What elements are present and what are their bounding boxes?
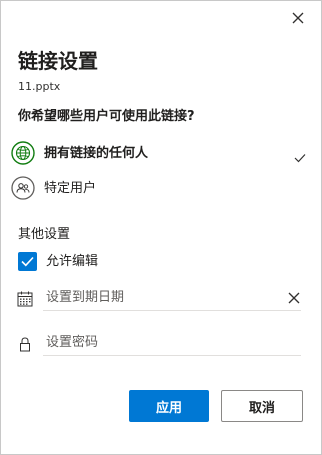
option-label-anyone: 拥有链接的任何人 xyxy=(44,146,149,161)
password-input[interactable] xyxy=(43,330,301,356)
lock-icon xyxy=(17,336,33,352)
allow-edit-label: 允许编辑 xyxy=(46,254,99,269)
calendar-icon xyxy=(17,291,33,307)
link-settings-dialog: 链接设置 11.pptx 你希望哪些用户可使用此链接? 拥有链接的任何人 特定用… xyxy=(0,0,322,455)
close-icon[interactable] xyxy=(289,9,307,27)
allow-edit-checkbox[interactable]: 允许编辑 xyxy=(18,251,138,273)
clear-date-icon[interactable] xyxy=(287,290,301,304)
checkmark-icon xyxy=(294,148,306,163)
dialog-title: 链接设置 xyxy=(18,49,98,73)
option-specific-people[interactable]: 特定用户 xyxy=(1,174,321,204)
globe-icon xyxy=(11,141,35,165)
expiry-date-input[interactable] xyxy=(43,285,301,311)
apply-button[interactable]: 应用 xyxy=(129,390,209,422)
cancel-button[interactable]: 取消 xyxy=(221,390,303,422)
checkbox-checked-icon xyxy=(18,252,37,271)
other-settings-heading: 其他设置 xyxy=(18,227,71,242)
audience-question: 你希望哪些用户可使用此链接? xyxy=(18,109,195,124)
option-anyone-with-link[interactable]: 拥有链接的任何人 xyxy=(1,139,321,169)
people-icon xyxy=(11,176,35,200)
option-label-specific: 特定用户 xyxy=(44,181,97,196)
file-name: 11.pptx xyxy=(18,80,61,93)
